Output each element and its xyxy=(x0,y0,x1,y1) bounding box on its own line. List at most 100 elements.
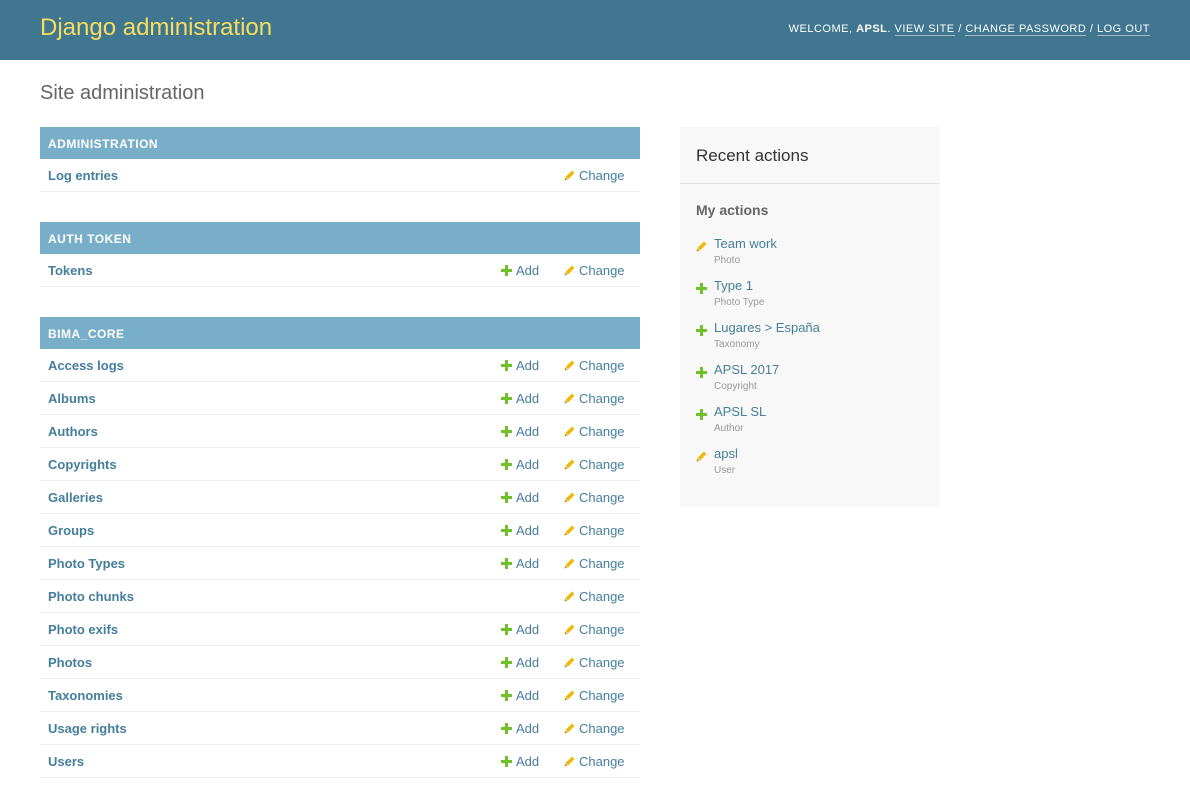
model-row: Access logs Add Change xyxy=(40,349,640,382)
plus-icon xyxy=(501,491,512,503)
pencil-icon xyxy=(564,425,575,437)
change-link[interactable]: Change xyxy=(564,622,625,637)
model-link[interactable]: Usage rights xyxy=(48,721,127,736)
module-caption[interactable]: Bima_Core xyxy=(40,317,640,349)
change-link[interactable]: Change xyxy=(564,589,625,604)
pencil-icon xyxy=(564,169,575,181)
add-label: Add xyxy=(516,490,540,505)
plus-icon xyxy=(501,656,512,668)
add-label: Add xyxy=(516,622,540,637)
change-link[interactable]: Change xyxy=(564,263,625,278)
model-link[interactable]: Galleries xyxy=(48,490,103,505)
model-link[interactable]: Photo chunks xyxy=(48,589,134,604)
add-link[interactable]: Add xyxy=(501,263,539,278)
change-link[interactable]: Change xyxy=(564,523,625,538)
plus-icon xyxy=(501,392,512,404)
model-row: Usage rights Add Change xyxy=(40,712,640,745)
recent-action-item: APSL SL Author xyxy=(696,404,926,440)
add-link[interactable]: Add xyxy=(501,754,539,769)
model-link[interactable]: Groups xyxy=(48,523,94,538)
change-link[interactable]: Change xyxy=(564,457,625,472)
add-link[interactable]: Add xyxy=(501,622,539,637)
model-link[interactable]: Log entries xyxy=(48,168,118,183)
add-link[interactable]: Add xyxy=(501,523,539,538)
add-link[interactable]: Add xyxy=(501,358,539,373)
model-link[interactable]: Albums xyxy=(48,391,96,406)
pencil-icon xyxy=(696,449,707,462)
change-label: Change xyxy=(579,754,625,769)
site-branding[interactable]: Django administration xyxy=(40,14,272,42)
model-link[interactable]: Access logs xyxy=(48,358,124,373)
log-out-link[interactable]: Log out xyxy=(1096,23,1150,36)
model-row: Photos Add Change xyxy=(40,646,640,679)
model-link[interactable]: Photo exifs xyxy=(48,622,118,637)
change-label: Change xyxy=(579,457,625,472)
recent-action-link[interactable]: APSL SL xyxy=(714,404,766,419)
change-label: Change xyxy=(579,622,625,637)
model-row: Groups Add Change xyxy=(40,514,640,547)
change-link[interactable]: Change xyxy=(564,721,625,736)
model-link[interactable]: Photos xyxy=(48,655,92,670)
change-link[interactable]: Change xyxy=(564,358,625,373)
change-label: Change xyxy=(579,556,625,571)
change-link[interactable]: Change xyxy=(564,655,625,670)
pencil-icon xyxy=(564,359,575,371)
model-link[interactable]: Photo Types xyxy=(48,556,125,571)
plus-icon xyxy=(696,323,707,336)
recent-action-item: Lugares > España Taxonomy xyxy=(696,320,926,356)
recent-action-type: Photo Type xyxy=(714,297,765,308)
change-link[interactable]: Change xyxy=(564,490,625,505)
model-link[interactable]: Users xyxy=(48,754,84,769)
change-label: Change xyxy=(579,490,625,505)
recent-action-type: User xyxy=(714,465,736,476)
recent-action-item: Team work Photo xyxy=(696,236,926,272)
module-bima-core: Bima_Core Access logs Add Change Albums Add Ch… xyxy=(40,317,640,778)
add-link[interactable]: Add xyxy=(501,688,539,703)
change-link[interactable]: Change xyxy=(564,688,625,703)
plus-icon xyxy=(501,557,512,569)
module-caption[interactable]: Auth Token xyxy=(40,222,640,254)
add-link[interactable]: Add xyxy=(501,556,539,571)
recent-action-link[interactable]: Type 1 xyxy=(714,278,753,293)
recent-action-link[interactable]: Lugares > España xyxy=(714,320,820,335)
add-label: Add xyxy=(516,391,540,406)
page-title: Site administration xyxy=(40,82,205,104)
recent-action-link[interactable]: Team work xyxy=(714,236,777,251)
change-label: Change xyxy=(579,358,625,373)
add-link[interactable]: Add xyxy=(501,424,539,439)
change-label: Change xyxy=(579,424,625,439)
change-password-link[interactable]: Change password xyxy=(965,23,1087,36)
pencil-icon xyxy=(564,689,575,701)
model-link[interactable]: Copyrights xyxy=(48,457,117,472)
add-link[interactable]: Add xyxy=(501,391,539,406)
module-caption[interactable]: Administration xyxy=(40,127,640,159)
recent-action-link[interactable]: APSL 2017 xyxy=(714,362,779,377)
model-row: Authors Add Change xyxy=(40,415,640,448)
model-link[interactable]: Tokens xyxy=(48,263,93,278)
add-label: Add xyxy=(516,556,540,571)
add-link[interactable]: Add xyxy=(501,457,539,472)
model-row: Copyrights Add Change xyxy=(40,448,640,481)
model-row: Albums Add Change xyxy=(40,382,640,415)
change-link[interactable]: Change xyxy=(564,754,625,769)
pencil-icon xyxy=(564,491,575,503)
add-link[interactable]: Add xyxy=(501,655,539,670)
recent-action-link[interactable]: apsl xyxy=(714,446,738,461)
change-link[interactable]: Change xyxy=(564,168,625,183)
model-row: Taxonomies Add Change xyxy=(40,679,640,712)
add-label: Add xyxy=(516,721,540,736)
pencil-icon xyxy=(696,239,707,252)
change-link[interactable]: Change xyxy=(564,556,625,571)
plus-icon xyxy=(696,365,707,378)
add-label: Add xyxy=(516,263,540,278)
view-site-link[interactable]: View site xyxy=(894,23,955,36)
pencil-icon xyxy=(564,590,575,602)
add-link[interactable]: Add xyxy=(501,490,539,505)
pencil-icon xyxy=(564,264,575,276)
add-link[interactable]: Add xyxy=(501,721,539,736)
model-link[interactable]: Authors xyxy=(48,424,98,439)
change-link[interactable]: Change xyxy=(564,391,625,406)
change-link[interactable]: Change xyxy=(564,424,625,439)
model-row: Tokens Add Change xyxy=(40,254,640,287)
model-link[interactable]: Taxonomies xyxy=(48,688,123,703)
